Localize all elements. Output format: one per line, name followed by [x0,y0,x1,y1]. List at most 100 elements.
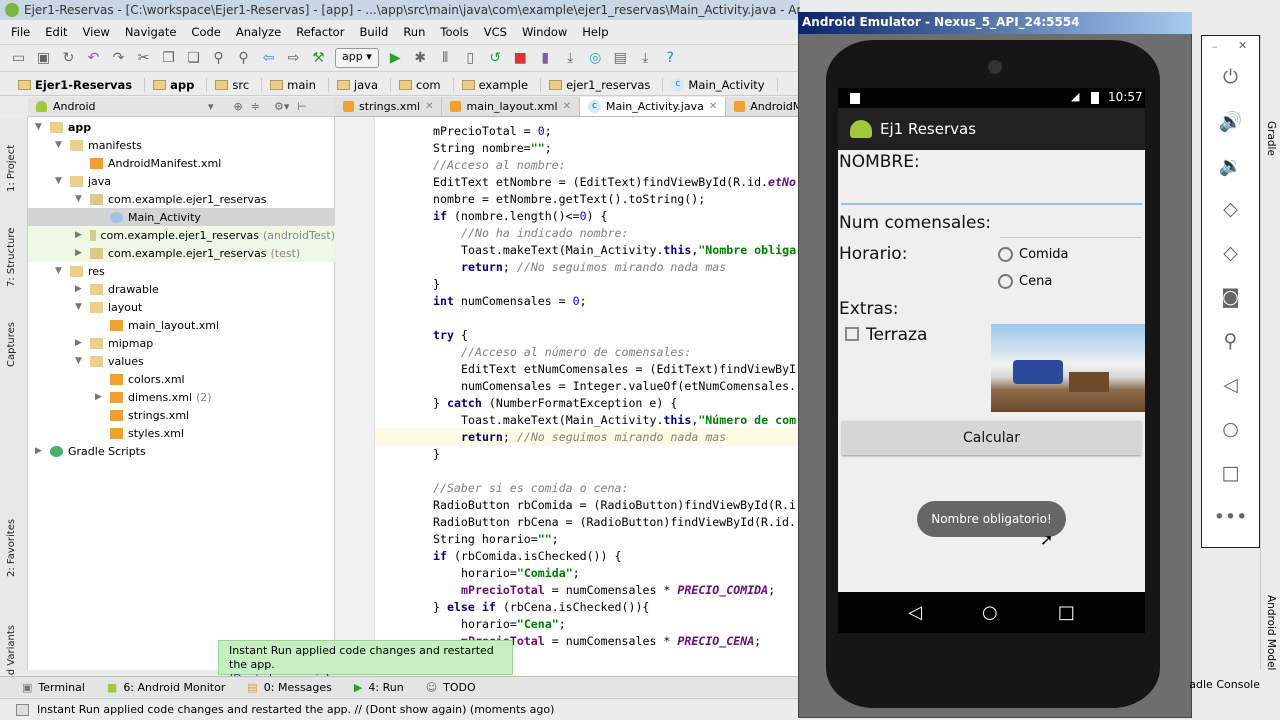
tool-run[interactable]: ▶ 4: Run [354,681,404,694]
calcular-button[interactable]: Calcular [842,421,1141,455]
collapsed-arrow-icon[interactable]: ▶ [75,284,82,294]
tree-item[interactable]: ▼ manifests [28,136,335,154]
copy-icon[interactable]: ❐ [160,50,177,67]
gradle-console-tab[interactable]: Gradle Console [1190,678,1260,691]
tree-item[interactable]: ▼ com.example.ejer1_reservas [28,190,335,208]
undo-icon[interactable]: ↶ [85,50,102,67]
menu-view[interactable]: View [76,22,118,42]
menu-analyze[interactable]: Analyze [229,22,289,42]
home-icon[interactable]: ○ [1202,418,1259,440]
terraza-checkbox[interactable] [845,327,859,341]
menu-vcs[interactable]: VCS [477,22,515,42]
scroll-from-source-icon[interactable]: ⊕ [234,100,243,113]
nav-recents-icon[interactable]: □ [1058,602,1075,623]
volume-down-icon[interactable]: 🔉 [1202,154,1259,177]
tree-item[interactable]: ▼ res [28,262,335,280]
power-icon[interactable]: ⏻ [1202,66,1259,88]
expanded-arrow-icon[interactable]: ▼ [55,266,62,276]
tool-todo[interactable]: ☺ TODO [426,681,476,694]
nombre-input[interactable] [841,180,1142,205]
breadcrumb-item[interactable]: Ejer1-Reservas [14,77,146,92]
project-structure-icon[interactable]: ▤ [612,50,629,67]
view-dropdown-icon[interactable]: ▾ [208,100,214,113]
nav-home-icon[interactable]: ○ [982,602,998,623]
zoom-icon[interactable]: ⚲ [1202,330,1259,352]
sdk-manager-icon[interactable]: ⤓ [562,50,579,67]
tree-item[interactable]: ▼ layout [28,298,335,316]
menu-code[interactable]: Code [184,22,228,42]
tree-item[interactable]: styles.xml [28,424,335,442]
replace-icon[interactable]: ⚲ [235,50,252,67]
tree-item[interactable]: ▶ mipmap [28,334,335,352]
apply-changes-icon[interactable]: ↺ [487,50,504,67]
menu-tools[interactable]: Tools [433,22,476,42]
project-view-select[interactable]: Android [53,100,208,113]
attach-icon[interactable]: ▯ [462,50,479,67]
back-icon[interactable]: ◁ [1202,374,1259,396]
tree-item[interactable]: ▶ com.example.ejer1_reservas (test) [28,244,335,262]
menu-help[interactable]: Help [575,22,616,42]
collapsed-arrow-icon[interactable]: ▶ [75,248,82,258]
menu-build[interactable]: Build [352,22,396,42]
menu-navigate[interactable]: Navigate [118,22,185,42]
sync-icon[interactable]: ↻ [60,50,77,67]
rotate-right-icon[interactable]: ◇ [1202,242,1259,264]
tab-main_activity-java[interactable]: c Main_Activity.java ✕ [579,97,727,116]
expanded-arrow-icon[interactable]: ▼ [75,302,82,312]
close-tab-icon[interactable]: ✕ [563,101,571,112]
volume-up-icon[interactable]: 🔊 [1202,110,1259,133]
redo-icon[interactable]: ↷ [110,50,127,67]
menu-run[interactable]: Run [396,22,433,42]
tool-tab-captures[interactable]: Captures [6,322,17,367]
tree-item[interactable]: main_layout.xml [28,316,335,334]
close-icon[interactable]: ✕ [1238,39,1247,52]
breadcrumb-item[interactable]: app [149,77,208,92]
run-icon[interactable]: ▶ [387,50,404,67]
comensales-input[interactable] [1000,214,1142,238]
close-tab-icon[interactable]: ✕ [425,101,433,112]
menu-window[interactable]: Window [515,22,575,42]
radio-cena-label[interactable]: Cena [1019,274,1052,289]
find-icon[interactable]: ⚲ [210,50,227,67]
tool-tab-1-project[interactable]: 1: Project [6,145,17,192]
device-monitor-icon[interactable]: ◎ [587,50,604,67]
breadcrumb-item[interactable]: main [266,77,329,92]
breadcrumb-item[interactable]: com [395,77,454,92]
breadcrumb-item[interactable]: src [211,77,263,92]
gradle-tool-tab[interactable]: Gradle [1265,121,1277,156]
tool-android[interactable]: ■ 6: Android Monitor [107,681,225,694]
expanded-arrow-icon[interactable]: ▼ [55,176,62,186]
settings-icon[interactable]: ⚙▾ [274,100,289,113]
menu-file[interactable]: File [4,22,38,42]
expanded-arrow-icon[interactable]: ▼ [55,140,62,150]
open-icon[interactable]: ▭ [10,50,27,67]
radio-comida[interactable] [998,247,1013,262]
collapsed-arrow-icon[interactable]: ▶ [35,446,42,456]
stop-icon[interactable]: ■ [512,50,529,67]
tree-item[interactable]: ▶ dimens.xml (2) [28,388,335,406]
close-tab-icon[interactable]: ✕ [709,101,717,112]
expanded-arrow-icon[interactable]: ▼ [35,122,42,132]
tree-item[interactable]: AndroidManifest.xml [28,154,335,172]
back-icon[interactable]: ⇦ [260,50,277,67]
debug-icon[interactable]: ✱ [412,50,429,67]
breadcrumb-item[interactable]: java [333,77,391,92]
hide-icon[interactable]: ⊢ [297,100,307,113]
terraza-label[interactable]: Terraza [866,325,927,345]
tool-messages[interactable]: ▤ 0: Messages [247,681,332,694]
tree-item[interactable]: ▼ java [28,172,335,190]
run-config-select[interactable]: app ▾ [335,48,379,68]
tab-strings-xml[interactable]: strings.xml ✕ [335,97,443,116]
breadcrumb-item[interactable]: c Main_Activity [667,77,778,92]
menu-edit[interactable]: Edit [38,22,75,42]
rotate-left-icon[interactable]: ◇ [1202,198,1259,220]
tool-terminal[interactable]: ▣ Terminal [22,681,85,694]
android-model-tool-tab[interactable]: Android Model [1265,595,1277,670]
tree-item[interactable]: ▶ com.example.ejer1_reservas (androidTest) [28,226,335,244]
expanded-arrow-icon[interactable]: ▼ [75,356,82,366]
avd-manager-icon[interactable]: ▮ [537,50,554,67]
more-icon[interactable]: ••• [1202,506,1259,528]
breadcrumb-item[interactable]: example [458,77,542,92]
collapsed-arrow-icon[interactable]: ▶ [75,338,82,348]
sdk-download-icon[interactable]: ⤓ [637,50,654,67]
